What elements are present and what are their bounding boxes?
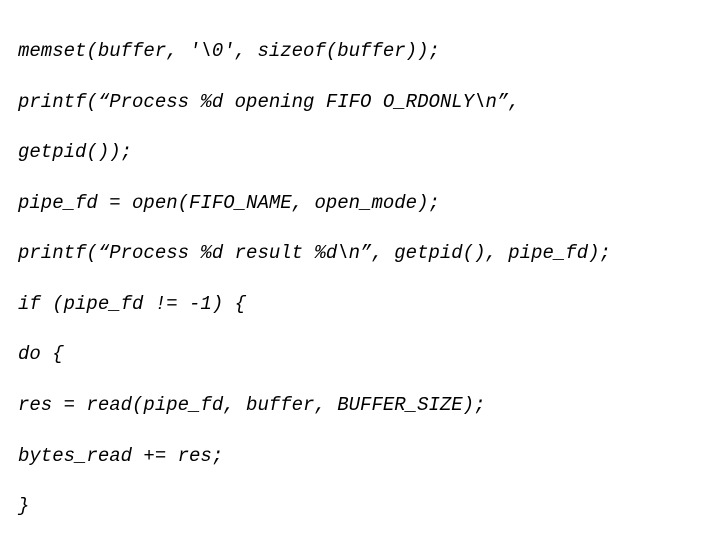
code-line: } (18, 494, 702, 519)
code-line: bytes_read += res; (18, 444, 702, 469)
code-line: getpid()); (18, 140, 702, 165)
code-line: do { (18, 342, 702, 367)
code-line: if (pipe_fd != -1) { (18, 292, 702, 317)
code-line: printf(“Process %d opening FIFO O_RDONLY… (18, 90, 702, 115)
code-line: memset(buffer, '\0', sizeof(buffer)); (18, 39, 702, 64)
code-block: memset(buffer, '\0', sizeof(buffer)); pr… (0, 0, 720, 540)
code-line: pipe_fd = open(FIFO_NAME, open_mode); (18, 191, 702, 216)
code-line: res = read(pipe_fd, buffer, BUFFER_SIZE)… (18, 393, 702, 418)
code-line: printf(“Process %d result %d\n”, getpid(… (18, 241, 702, 266)
